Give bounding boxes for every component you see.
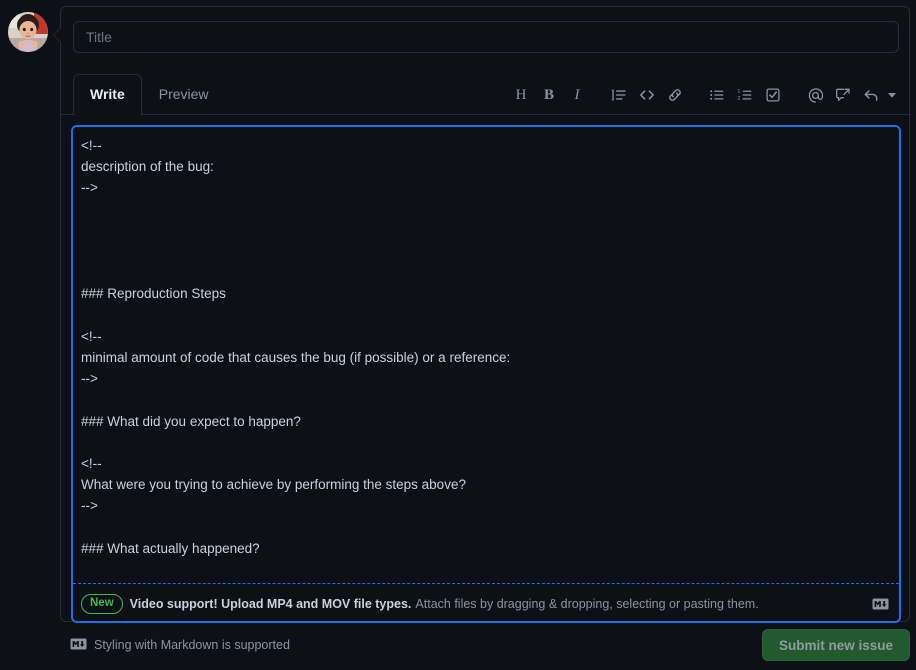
markdown-toolbar: H B I 1 2 — [507, 81, 899, 109]
italic-icon[interactable]: I — [563, 81, 591, 109]
svg-text:1: 1 — [737, 89, 740, 95]
avatar-photo-icon — [8, 12, 48, 52]
markdown-support-link[interactable]: Styling with Markdown is supported — [70, 638, 290, 653]
avatar[interactable] — [8, 12, 48, 52]
link-icon[interactable] — [661, 81, 689, 109]
task-list-icon[interactable] — [759, 81, 787, 109]
chevron-down-icon[interactable] — [885, 81, 899, 109]
unordered-list-icon[interactable] — [703, 81, 731, 109]
markdown-badge-icon — [70, 638, 87, 653]
title-row — [73, 21, 899, 53]
attach-files-note: New Video support! Upload MP4 and MOV fi… — [73, 584, 899, 621]
tab-list: Write Preview — [73, 74, 226, 115]
toolbar-group-lists: 1 2 — [703, 81, 787, 109]
code-icon[interactable] — [633, 81, 661, 109]
toolbar-group-insert — [605, 81, 689, 109]
bold-icon[interactable]: B — [535, 81, 563, 109]
bold-glyph: B — [543, 86, 554, 103]
issue-title-input[interactable] — [73, 21, 899, 53]
form-actions-bar: Styling with Markdown is supported Submi… — [60, 628, 910, 662]
submit-new-issue-button[interactable]: Submit new issue — [761, 629, 910, 661]
tab-preview[interactable]: Preview — [142, 74, 226, 114]
issue-form-box: Write Preview H B I — [53, 6, 911, 623]
svg-text:2: 2 — [737, 96, 740, 102]
heading-icon[interactable]: H — [507, 81, 535, 109]
attach-hint-text: Attach files by dragging & dropping, sel… — [415, 596, 759, 611]
toolbar-group-extras — [801, 81, 899, 109]
quote-icon[interactable] — [605, 81, 633, 109]
reference-icon[interactable] — [829, 81, 857, 109]
video-support-text: Video support! Upload MP4 and MOV file t… — [129, 596, 412, 611]
avatar-image — [8, 12, 48, 52]
issue-body-textarea[interactable] — [73, 127, 899, 583]
tab-write[interactable]: Write — [73, 74, 142, 115]
mention-icon[interactable] — [801, 81, 829, 109]
heading-glyph: H — [515, 86, 527, 103]
new-issue-page: Write Preview H B I — [0, 0, 916, 670]
issue-body-editor: New Video support! Upload MP4 and MOV fi… — [71, 125, 901, 623]
italic-glyph: I — [574, 86, 580, 103]
markdown-support-label: Styling with Markdown is supported — [94, 638, 290, 652]
ordered-list-icon[interactable]: 1 2 — [731, 81, 759, 109]
new-badge: New — [81, 593, 123, 614]
markdown-icon[interactable] — [872, 598, 889, 610]
speech-pointer-fill — [54, 28, 61, 42]
toolbar-group-text: H B I — [507, 81, 591, 109]
saved-reply-icon[interactable] — [857, 81, 885, 109]
